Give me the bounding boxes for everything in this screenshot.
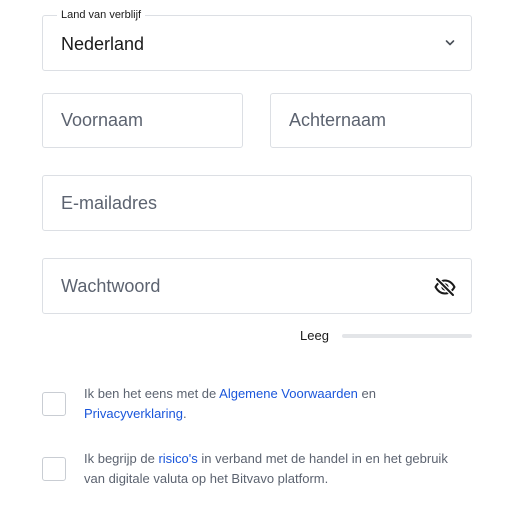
terms-text-before: Ik ben het eens met de	[84, 386, 220, 401]
email-field-wrapper	[42, 175, 472, 231]
password-strength-meter: Leeg	[300, 326, 472, 346]
password-field-wrapper	[42, 258, 472, 314]
country-select[interactable]: Land van verblijf Nederland	[42, 7, 472, 71]
first-name-input[interactable]	[43, 94, 242, 147]
eye-slash-icon[interactable]	[433, 275, 457, 299]
risks-text-before: Ik begrijp de	[84, 451, 159, 466]
risks-checkbox[interactable]	[42, 457, 66, 481]
terms-link[interactable]: Algemene Voorwaarden	[219, 386, 358, 401]
last-name-input[interactable]	[271, 94, 471, 147]
first-name-field-wrapper	[42, 93, 243, 148]
password-strength-track	[342, 334, 472, 338]
password-input[interactable]	[43, 259, 471, 313]
risks-link[interactable]: risico's	[158, 451, 197, 466]
terms-text-after: .	[182, 406, 187, 421]
country-value: Nederland	[61, 34, 145, 54]
terms-text-middle: en	[357, 386, 376, 401]
password-strength-label: Leeg	[300, 328, 329, 343]
chevron-down-icon	[445, 40, 455, 46]
country-label: Land van verblijf	[57, 7, 146, 23]
risks-consent-text: Ik begrijp de risico's in verband met de…	[84, 449, 472, 489]
terms-checkbox[interactable]	[42, 392, 66, 416]
email-input[interactable]	[43, 176, 471, 230]
privacy-link[interactable]: Privacyverklaring	[84, 406, 183, 421]
terms-consent-text: Ik ben het eens met de Algemene Voorwaar…	[84, 384, 472, 424]
last-name-field-wrapper	[270, 93, 472, 148]
signup-form: Land van verblijf Nederland Leeg	[0, 0, 512, 512]
